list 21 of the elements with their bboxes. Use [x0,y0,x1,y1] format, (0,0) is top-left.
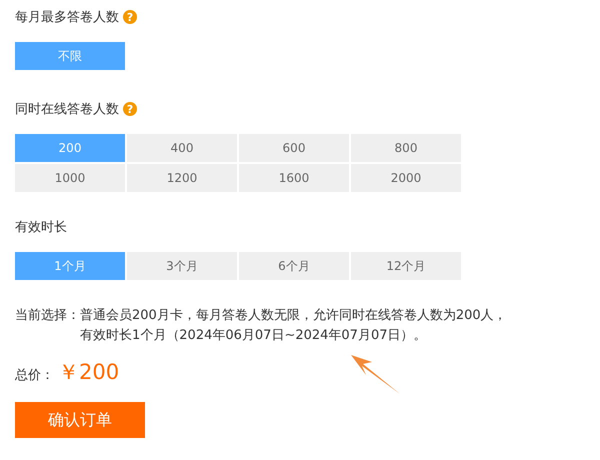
summary-text: 普通会员200月卡，每月答卷人数无限，允许同时在线答卷人数为200人，有效时长1个月（2024年06月07日~2024年07月07日）。 [80,306,508,345]
option-button[interactable]: 1个月 [15,252,125,280]
total-price: ￥200 [58,359,120,386]
option-button[interactable]: 400 [127,134,237,162]
option-button[interactable]: 2000 [351,164,461,192]
option-button[interactable]: 1200 [127,164,237,192]
option-button[interactable]: 6个月 [239,252,349,280]
total-label: 总价： [15,367,54,384]
option-button[interactable]: 600 [239,134,349,162]
summary-label: 当前选择： [15,307,80,325]
section-title: 有效时长 [15,219,67,236]
section-title: 同时在线答卷人数 [15,101,119,118]
option-button[interactable]: 不限 [15,42,125,70]
option-button[interactable]: 1600 [239,164,349,192]
option-button[interactable]: 1000 [15,164,125,192]
option-button[interactable]: 200 [15,134,125,162]
option-button[interactable]: 12个月 [351,252,461,280]
section-title: 每月最多答卷人数 [15,9,119,26]
option-button[interactable]: 800 [351,134,461,162]
option-button[interactable]: 3个月 [127,252,237,280]
confirm-order-button[interactable]: 确认订单 [15,402,145,438]
